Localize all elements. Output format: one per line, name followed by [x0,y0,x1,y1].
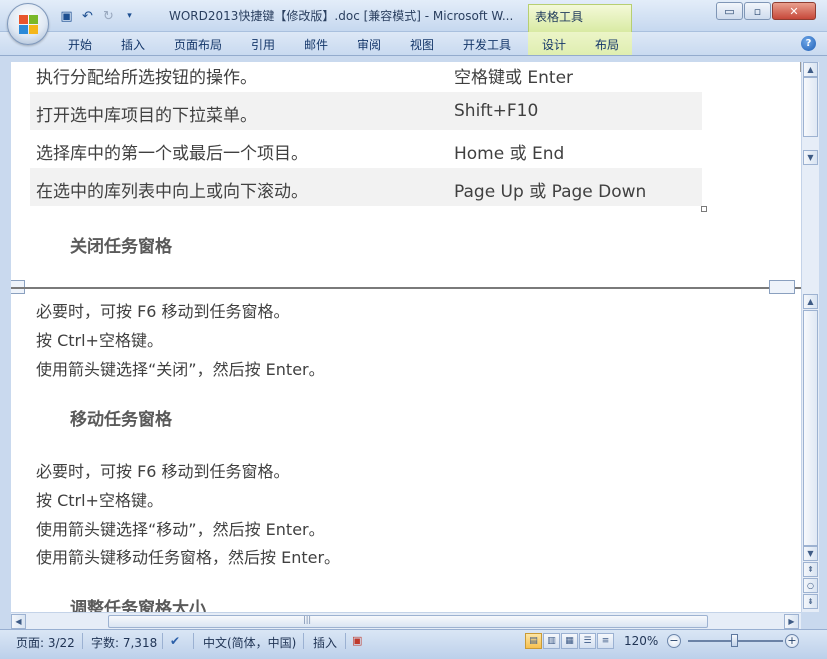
table-cell-action: 执行分配给所选按钮的操作。 [36,68,257,88]
tab-references[interactable]: 引用 [251,36,275,53]
ribbon-tab-bar: 开始 插入 页面布局 引用 邮件 审阅 视图 开发工具 设计 布局 [0,32,827,56]
insert-mode[interactable]: 插入 [313,634,337,651]
scroll-up-icon[interactable]: ▲ [803,62,818,77]
paragraph: 必要时，可按 F6 移动到任务窗格。 [36,462,290,481]
tab-layout[interactable]: 布局 [595,36,619,53]
full-screen-reading-icon[interactable]: ▥ [543,633,560,649]
divider [345,633,346,649]
divider [162,633,163,649]
split-marker-right[interactable] [769,280,795,294]
scroll-right-icon[interactable]: ▶ [784,614,799,629]
top-pane-thumb[interactable] [803,77,818,137]
paragraph: 使用箭头键选择“移动”，然后按 Enter。 [36,520,325,539]
language-indicator[interactable]: 中文(简体，中国) [203,634,296,651]
tab-developer[interactable]: 开发工具 [463,36,511,53]
zoom-out-icon[interactable]: − [667,634,681,648]
table-cell-action: 在选中的库列表中向上或向下滚动。 [36,182,308,202]
office-logo-icon [19,15,39,35]
split-pane-divider[interactable] [11,287,801,289]
table-row: 选择库中的第一个或最后一个项目。 Home 或 End [30,130,702,168]
outline-view-icon[interactable]: ☰ [579,633,596,649]
proofing-icon[interactable]: ✔ [170,634,180,648]
zoom-in-icon[interactable]: + [785,634,799,648]
divider [193,633,194,649]
status-bar: 页面: 3/22 字数: 7,318 ✔ 中文(简体，中国) 插入 ▣ ▤ ▥ … [0,629,827,659]
divider [303,633,304,649]
page-count[interactable]: 页面: 3/22 [16,634,75,651]
tab-mailings[interactable]: 邮件 [304,36,328,53]
save-icon[interactable]: ▣ [58,8,75,25]
heading-move-task-pane: 移动任务窗格 [70,410,172,430]
tab-review[interactable]: 审阅 [357,36,381,53]
paragraph: 使用箭头键选择“关闭”，然后按 Enter。 [36,360,325,379]
select-browse-object-icon[interactable]: ○ [803,578,818,593]
word-count[interactable]: 字数: 7,318 [91,634,157,651]
web-layout-icon[interactable]: ▦ [561,633,578,649]
draft-view-icon[interactable]: ≡ [597,633,614,649]
print-layout-view-icon[interactable]: ▤ [525,633,542,649]
window-title: WORD2013快捷键【修改版】.doc [兼容模式] - Microsoft … [169,9,514,23]
table-resize-handle[interactable] [701,206,707,212]
grip-icon: ||| [303,615,312,624]
table-row: 执行分配给所选按钮的操作。 空格键或 Enter [30,62,702,92]
scroll-up-icon[interactable]: ▲ [803,294,818,309]
scroll-down-icon[interactable]: ▼ [803,546,818,561]
table-tools-context: 表格工具 [528,4,632,32]
table-cell-key: Page Up 或 Page Down [454,182,647,202]
tab-view[interactable]: 视图 [410,36,434,53]
table-row: 在选中的库列表中向上或向下滚动。 Page Up 或 Page Down [30,168,702,206]
quick-access-toolbar: ▣ ↶ ↻ ▾ [58,7,138,25]
table-cell-action: 打开选中库项目的下拉菜单。 [36,106,257,126]
paragraph: 使用箭头键移动任务窗格，然后按 Enter。 [36,548,341,567]
divider [82,633,83,649]
office-button[interactable] [7,3,49,45]
macro-record-icon[interactable]: ▣ [352,634,362,647]
table-cell-key: 空格键或 Enter [454,68,574,88]
paragraph: 按 Ctrl+空格键。 [36,331,163,350]
title-bar: ▣ ↶ ↻ ▾ WORD2013快捷键【修改版】.doc [兼容模式] - Mi… [0,0,827,32]
zoom-slider-thumb[interactable] [731,634,738,647]
tab-page-layout[interactable]: 页面布局 [174,36,222,53]
paragraph: 必要时，可按 F6 移动到任务窗格。 [36,302,290,321]
table-cell-key: Home 或 End [454,144,565,164]
scroll-left-icon[interactable]: ◀ [11,614,26,629]
tab-design[interactable]: 设计 [542,36,566,53]
table-cell-key: Shift+F10 [454,101,539,121]
window-controls: ▭ ▫ ✕ [716,2,817,20]
vertical-scrollbar[interactable]: ▲ ▼ ▲ ▼ ⇞ ○ ⇟ [801,62,819,612]
zoom-level[interactable]: 120% [624,634,658,648]
tab-insert[interactable]: 插入 [121,36,145,53]
previous-page-icon[interactable]: ⇞ [803,562,818,577]
tab-home[interactable]: 开始 [68,36,92,53]
minimize-button[interactable]: ▭ [716,2,743,20]
heading-close-task-pane: 关闭任务窗格 [70,237,172,257]
bottom-pane-thumb[interactable] [803,310,818,546]
heading-resize-task-pane: 调整任务窗格大小 [70,599,206,612]
document-area[interactable]: 执行分配给所选按钮的操作。 空格键或 Enter 打开选中库项目的下拉菜单。 S… [11,62,801,612]
next-page-icon[interactable]: ⇟ [803,594,818,609]
context-tab-label: 表格工具 [535,10,584,24]
table-cell-action: 选择库中的第一个或最后一个项目。 [36,144,308,164]
horizontal-scroll-thumb[interactable] [108,615,708,628]
help-icon[interactable]: ? [801,36,816,51]
scroll-down-icon[interactable]: ▼ [803,150,818,165]
horizontal-scrollbar[interactable]: ◀ ||| ▶ [11,612,801,629]
customize-icon[interactable]: ▾ [121,8,138,25]
maximize-button[interactable]: ▫ [744,2,771,20]
undo-icon[interactable]: ↶ [79,8,96,25]
paragraph: 按 Ctrl+空格键。 [36,491,163,510]
close-button[interactable]: ✕ [772,2,816,20]
table-row: 打开选中库项目的下拉菜单。 Shift+F10 [30,92,702,130]
redo-icon[interactable]: ↻ [100,8,117,25]
